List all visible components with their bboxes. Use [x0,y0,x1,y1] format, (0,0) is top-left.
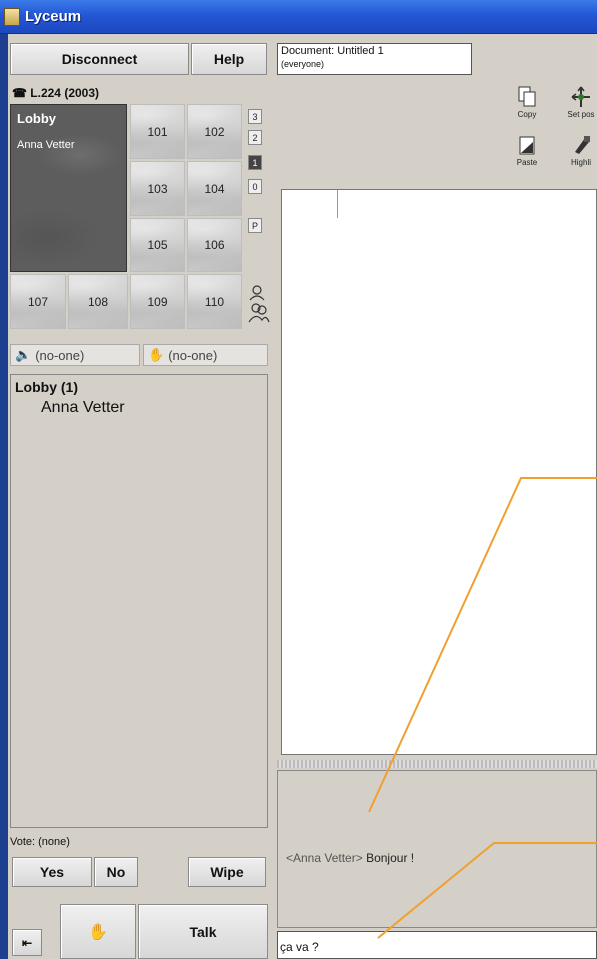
vote-no-button[interactable]: No [94,857,138,887]
room-lobby[interactable]: Lobby Anna Vetter [10,104,127,272]
paste-icon [519,136,535,155]
document-title: Document: Untitled 1 [281,45,384,57]
chat-text: Bonjour ! [366,851,415,865]
highlight-label: Highli [570,158,591,167]
document-canvas[interactable] [281,189,597,755]
copy-label: Copy [517,110,537,119]
help-button[interactable]: Help [191,43,267,75]
left-pane: Disconnect Help ☎ L.224 (2003) Lobby Ann… [8,34,272,959]
right-pane: Document: Untitled 1 (everyone) Copy Set… [272,34,597,959]
room-110[interactable]: 110 [187,274,242,329]
title-bar: Lyceum [0,0,597,34]
vote-yes-button[interactable]: Yes [12,857,92,887]
room-105[interactable]: 105 [130,218,185,272]
room-109[interactable]: 109 [130,274,185,329]
floor-1-button[interactable]: 1 [248,155,262,170]
speaker-presence: 🔈 (no-one) [10,344,140,366]
highlight-tool[interactable]: Highli [560,134,597,167]
document-audience: (everyone) [281,59,325,69]
raised-hand-icon: ✋ [148,347,165,362]
floor-0-button[interactable]: 0 [248,179,262,194]
room-108[interactable]: 108 [68,274,128,329]
paste-tool[interactable]: Paste [512,134,542,167]
chat-nick: <Anna Vetter> [286,851,363,865]
set-position-icon [571,86,590,107]
chat-log[interactable]: <Anna Vetter> Bonjour ! [277,770,597,928]
floor-2-button[interactable]: 2 [248,130,262,145]
floor-3-button[interactable]: 3 [248,109,262,124]
room-104[interactable]: 104 [187,161,242,216]
building-label: ☎ L.224 (2003) [12,86,99,100]
talk-button[interactable]: Talk [138,904,268,959]
vote-status: Vote: (none) [10,836,70,848]
chat-input[interactable]: ça va ? [277,931,597,959]
vote-wipe-button[interactable]: Wipe [188,857,266,887]
roster-member[interactable]: Anna Vetter [41,399,125,417]
room-roster[interactable]: Lobby (1) Anna Vetter [10,374,268,828]
speaker-value: (no-one) [35,347,85,363]
hand-presence: ✋ (no-one) [143,344,268,366]
room-107[interactable]: 107 [10,274,66,329]
window-title: Lyceum [25,8,82,25]
copy-tool[interactable]: Copy [512,86,542,119]
roster-title: Lobby (1) [15,379,78,395]
raise-hand-icon: ✋ [88,923,108,941]
document-selector[interactable]: Document: Untitled 1 (everyone) [277,43,472,75]
lyceum-app-icon [4,8,20,26]
exit-icon[interactable]: ⇤ [12,929,42,956]
people-icon[interactable] [248,284,270,326]
disconnect-button[interactable]: Disconnect [10,43,189,75]
set-position-tool[interactable]: Set pos [560,86,597,119]
floor-p-button[interactable]: P [248,218,262,233]
lobby-name: Lobby [17,111,56,126]
raise-hand-button[interactable]: ✋ [60,904,136,959]
lobby-member: Anna Vetter [17,139,75,151]
hand-value: (no-one) [168,347,218,363]
highlight-icon [575,136,590,154]
copy-icon [518,86,536,107]
building-name: L.224 (2003) [30,86,100,100]
splitter[interactable] [277,760,597,768]
room-102[interactable]: 102 [187,104,242,159]
set-position-label: Set pos [567,110,595,119]
document-toolbar: Copy Set pos Paste Highli [277,84,597,190]
app-window: Disconnect Help ☎ L.224 (2003) Lobby Ann… [8,34,597,959]
room-106[interactable]: 106 [187,218,242,272]
building-icon: ☎ [12,86,27,100]
paste-label: Paste [516,158,538,167]
text-caret [337,190,338,218]
room-103[interactable]: 103 [130,161,185,216]
chat-message: <Anna Vetter> Bonjour ! [286,851,414,865]
speaker-icon: 🔈 [15,347,32,362]
room-101[interactable]: 101 [130,104,185,159]
